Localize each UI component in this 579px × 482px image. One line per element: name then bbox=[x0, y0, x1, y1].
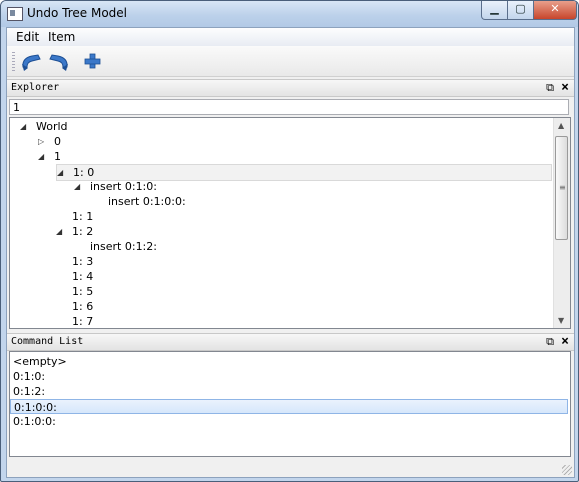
client-area: Edit Item Explorer ⧉ × 1 ◢ World ▷ 0 ◢ 1… bbox=[6, 27, 575, 478]
redo-icon bbox=[49, 54, 68, 71]
tree-item-label: 1: 3 bbox=[72, 255, 94, 268]
expanded-arrow-icon[interactable]: ◢ bbox=[38, 153, 46, 161]
tree-item-label: insert 0:1:0:0: bbox=[108, 195, 186, 208]
explorer-tree[interactable]: ◢ World ▷ 0 ◢ 1 ◢ 1: 0 ◢ insert 0:1:0: insert 0:1:… bbox=[9, 117, 571, 329]
close-icon[interactable]: × bbox=[561, 80, 569, 95]
size-grip[interactable] bbox=[562, 465, 572, 475]
close-button[interactable]: ✕ bbox=[533, 1, 577, 20]
tree-item-label: 1: 6 bbox=[72, 300, 94, 313]
status-bar bbox=[7, 458, 574, 477]
collapsed-arrow-icon[interactable]: ▷ bbox=[38, 138, 46, 146]
redo-button[interactable] bbox=[47, 50, 71, 72]
toolbar bbox=[7, 46, 574, 77]
tree-scrollbar[interactable]: ▲ ≡ ▼ bbox=[553, 118, 570, 328]
tree-item-label: 1: 1 bbox=[72, 210, 94, 223]
float-icon[interactable]: ⧉ bbox=[546, 335, 554, 349]
command-list-item[interactable]: <empty> bbox=[10, 354, 568, 369]
explorer-dock-title[interactable]: Explorer ⧉ × bbox=[7, 79, 574, 97]
toolbar-grip[interactable] bbox=[12, 52, 15, 71]
add-icon bbox=[84, 53, 101, 69]
expanded-arrow-icon[interactable]: ◢ bbox=[74, 183, 82, 191]
tree-item-label: insert 0:1:2: bbox=[90, 240, 157, 253]
title-bar[interactable]: Undo Tree Model ▁ ▢ ✕ bbox=[1, 1, 578, 27]
grip-icon: ≡ bbox=[559, 183, 566, 192]
command-list-item[interactable]: 0:1:0:0: bbox=[10, 414, 568, 429]
tree-item-label: 1: 2 bbox=[72, 225, 94, 238]
expanded-arrow-icon[interactable]: ◢ bbox=[56, 228, 64, 236]
app-window: Undo Tree Model ▁ ▢ ✕ Edit Item Explorer… bbox=[0, 0, 579, 482]
menu-bar: Edit Item bbox=[7, 28, 574, 46]
tree-item-label: 1: 5 bbox=[72, 285, 94, 298]
command-list-item[interactable]: 0:1:0: bbox=[10, 369, 568, 384]
command-list-dock-title[interactable]: Command List ⧉ × bbox=[7, 333, 574, 351]
maximize-icon: ▢ bbox=[515, 2, 526, 15]
undo-button[interactable] bbox=[19, 50, 43, 72]
undo-icon bbox=[22, 54, 41, 71]
command-list-item[interactable]: 0:1:0:0: bbox=[10, 399, 568, 414]
tree-item-label: 1: 4 bbox=[72, 270, 94, 283]
add-button[interactable] bbox=[81, 50, 105, 72]
app-icon bbox=[7, 7, 23, 21]
minimize-button[interactable]: ▁ bbox=[481, 1, 508, 20]
command-list-title: Command List bbox=[11, 336, 84, 347]
scroll-thumb[interactable]: ≡ bbox=[555, 136, 568, 240]
command-list[interactable]: <empty> 0:1:0: 0:1:2: 0:1:0:0: 0:1:0:0: bbox=[9, 351, 571, 457]
scroll-down-icon[interactable]: ▼ bbox=[558, 316, 564, 325]
expanded-arrow-icon[interactable]: ◢ bbox=[20, 123, 28, 131]
close-icon: ✕ bbox=[550, 2, 560, 15]
tree-item-label: 0 bbox=[54, 135, 61, 148]
minimize-icon: ▁ bbox=[490, 2, 499, 15]
menu-item[interactable]: Item bbox=[48, 30, 75, 44]
expanded-arrow-icon[interactable]: ◢ bbox=[57, 169, 65, 177]
float-icon[interactable]: ⧉ bbox=[546, 81, 554, 95]
tree-item-label: 1: 0 bbox=[73, 166, 95, 179]
explorer-input[interactable]: 1 bbox=[9, 99, 569, 115]
command-list-item[interactable]: 0:1:2: bbox=[10, 384, 568, 399]
tree-item-label: insert 0:1:0: bbox=[90, 180, 157, 193]
menu-edit[interactable]: Edit bbox=[16, 30, 39, 44]
close-icon[interactable]: × bbox=[561, 334, 569, 349]
maximize-button[interactable]: ▢ bbox=[507, 1, 534, 20]
tree-item-label: 1: 7 bbox=[72, 315, 94, 328]
explorer-title: Explorer bbox=[11, 82, 60, 93]
window-title: Undo Tree Model bbox=[27, 6, 128, 20]
scroll-up-icon[interactable]: ▲ bbox=[558, 121, 564, 130]
tree-item-label: World bbox=[36, 120, 68, 133]
tree-item-label: 1 bbox=[54, 150, 61, 163]
